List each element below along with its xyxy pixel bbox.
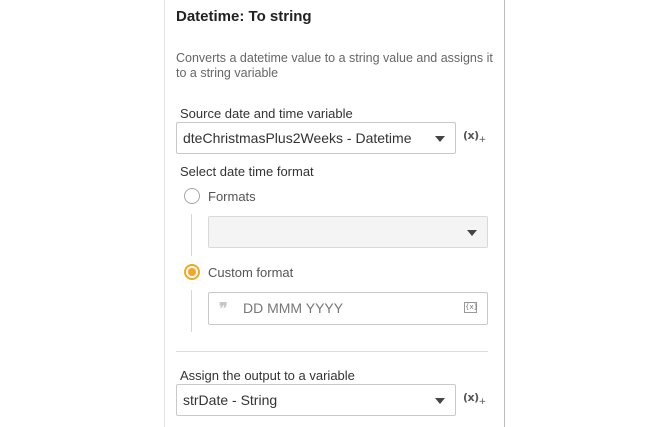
custom-format-radio[interactable] [184,264,200,280]
chevron-down-icon [467,230,477,236]
plus-icon: + [478,135,487,145]
chevron-down-icon [435,136,445,142]
custom-format-indent-line [191,290,192,332]
custom-format-radio-label: Custom format [208,265,294,280]
formats-select[interactable] [208,216,488,248]
output-variable-label: Assign the output to a variable [180,368,355,383]
source-variable-label: Source date and time variable [180,106,353,121]
formats-indent-line [191,214,192,256]
output-insert-variable-button[interactable]: (x)+ [463,391,486,407]
panel-description: Converts a datetime value to a string va… [176,51,493,80]
insert-expression-icon[interactable]: {x} [464,302,478,313]
output-variable-select[interactable]: strDate - String [176,384,456,416]
chevron-down-icon [435,398,445,404]
custom-format-value: DD MMM YYYY [243,300,344,316]
source-variable-select[interactable]: dteChristmasPlus2Weeks - Datetime [176,122,456,154]
variable-icon: (x) [463,391,479,404]
panel-left-border [164,0,165,427]
source-variable-value: dteChristmasPlus2Weeks - Datetime [183,130,412,146]
panel-right-border [504,0,505,427]
formats-radio-label: Formats [208,189,256,204]
panel-title: Datetime: To string [176,8,312,25]
source-insert-variable-button[interactable]: (x)+ [463,129,486,145]
section-divider [176,351,488,352]
formats-radio[interactable] [184,188,200,204]
quote-icon: ❞ [219,299,228,318]
output-variable-value: strDate - String [183,392,278,408]
variable-icon: (x) [463,129,479,142]
plus-icon: + [478,397,487,407]
format-selection-label: Select date time format [180,164,314,179]
custom-format-input[interactable]: ❞ DD MMM YYYY {x} [208,292,488,325]
datetime-to-string-panel: Datetime: To string Converts a datetime … [0,0,671,427]
